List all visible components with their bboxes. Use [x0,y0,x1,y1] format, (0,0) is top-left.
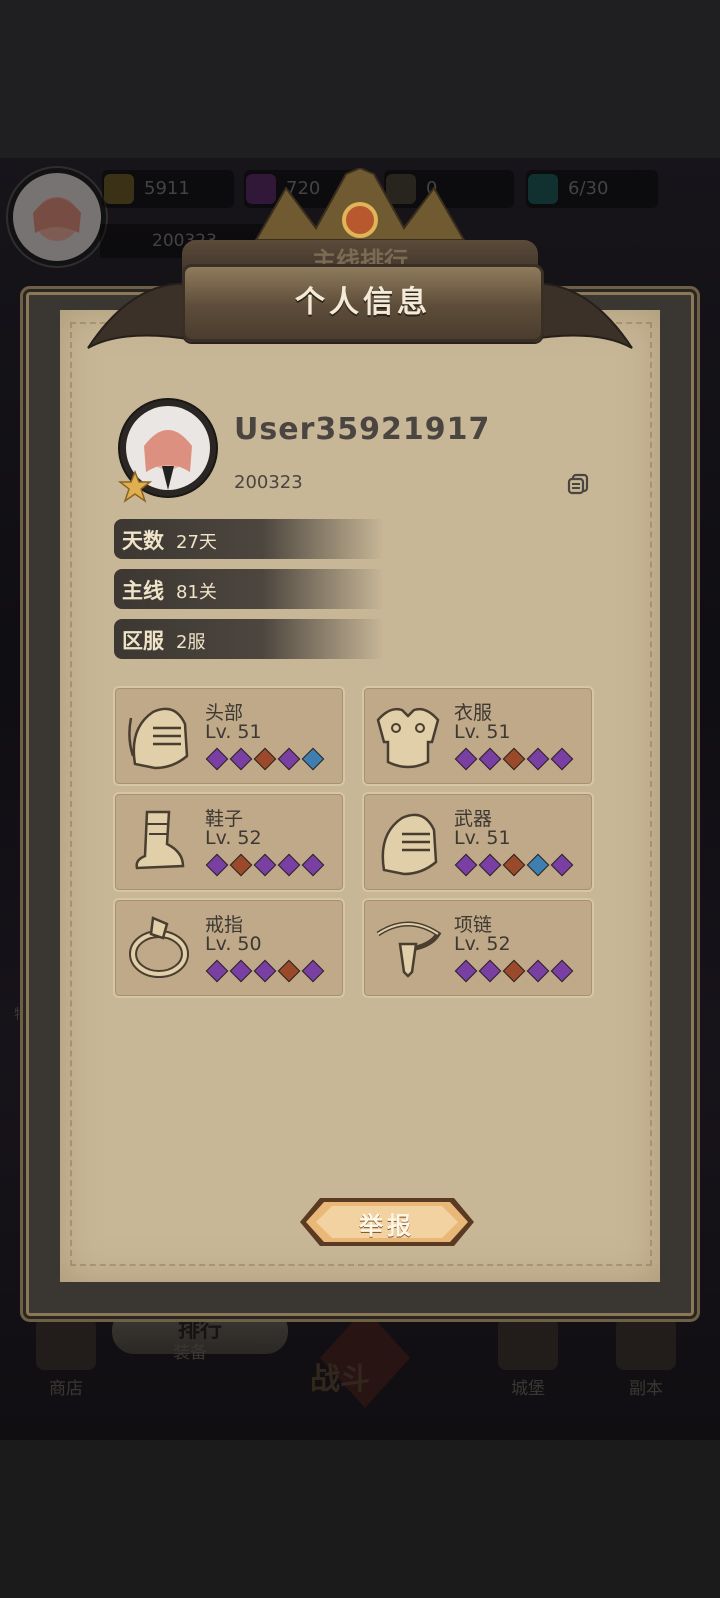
gem-purple-icon [478,959,502,983]
gem-row [454,746,574,774]
stat-main-stage: 主线 81关 [114,569,384,609]
stat-label: 区服 [122,629,164,653]
gem-purple-icon [253,853,277,877]
title-ribbon: 个人信息 [182,264,544,342]
equip-card-weapon[interactable]: 武器 Lv. 51 [362,792,594,892]
crest-icon [254,168,466,241]
gem-blue-icon [526,853,550,877]
equip-level: Lv. 52 [205,827,262,849]
equip-level: Lv. 51 [454,827,511,849]
necklace-icon [376,921,442,978]
ring-icon [129,916,189,978]
helmet-icon [128,707,189,770]
gem-purple-icon [550,747,574,771]
equip-card-shoes[interactable]: 鞋子 Lv. 52 [113,792,345,892]
gem-purple-icon [550,853,574,877]
equip-card-ring[interactable]: 戒指 Lv. 50 [113,898,345,998]
gem-row [205,852,325,880]
gem-red-icon [502,853,526,877]
stat-value: 27天 [176,532,217,553]
equip-card-necklace[interactable]: 项链 Lv. 52 [362,898,594,998]
report-button-label: 举报 [359,1212,415,1240]
equip-card-clothes[interactable]: 衣服 Lv. 51 [362,686,594,786]
equip-card-head[interactable]: 头部 Lv. 51 [113,686,345,786]
gem-purple-icon [301,853,325,877]
equip-level: Lv. 51 [454,721,511,743]
gem-red-icon [277,959,301,983]
gem-purple-icon [301,959,325,983]
helmet-icon [381,813,438,876]
gem-row [454,852,574,880]
gem-purple-icon [526,747,550,771]
gem-purple-icon [454,959,478,983]
gem-purple-icon [550,959,574,983]
gem-purple-icon [526,959,550,983]
gem-purple-icon [454,853,478,877]
equip-level: Lv. 52 [454,933,511,955]
stat-label: 主线 [122,579,164,603]
rank-badge-icon [118,470,152,503]
gem-purple-icon [229,959,253,983]
gem-row [205,958,325,986]
gem-purple-icon [229,747,253,771]
username: User35921917 [234,412,491,447]
gem-red-icon [229,853,253,877]
gem-purple-icon [478,853,502,877]
gem-purple-icon [205,853,229,877]
panel-title: 个人信息 [295,285,431,320]
ribbon-wing-left-icon [87,282,194,349]
equip-level: Lv. 50 [205,933,262,955]
gem-blue-icon [301,747,325,771]
gem-purple-icon [277,853,301,877]
gem-red-icon [502,959,526,983]
gem-row [205,746,325,774]
stat-server: 区服 2服 [114,619,384,659]
armor-icon [376,707,440,769]
user-id: 200323 [234,472,303,493]
gem-purple-icon [205,959,229,983]
gem-row [454,958,574,986]
status-bar-area [0,0,720,158]
gem-purple-icon [205,747,229,771]
gem-purple-icon [253,959,277,983]
equip-level: Lv. 51 [205,721,262,743]
stat-days: 天数 27天 [114,519,384,559]
stat-value: 2服 [176,632,206,653]
copy-icon[interactable] [566,472,590,496]
stat-value: 81关 [176,582,217,603]
stat-label: 天数 [122,529,164,553]
gem-purple-icon [454,747,478,771]
gem-red-icon [253,747,277,771]
gem-purple-icon [478,747,502,771]
report-button[interactable]: 举报 [298,1196,476,1248]
gem-purple-icon [277,747,301,771]
boot-icon [135,810,185,870]
navigation-bar-area [0,1440,720,1598]
gem-red-icon [502,747,526,771]
